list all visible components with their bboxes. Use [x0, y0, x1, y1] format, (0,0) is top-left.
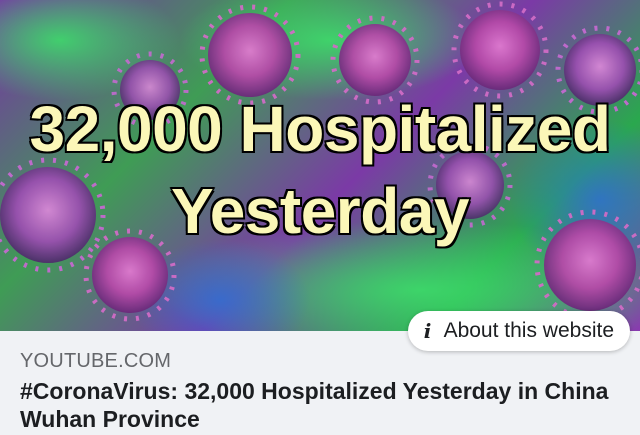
- link-thumbnail-image[interactable]: 32,000 Hospitalized Yesterday: [0, 0, 640, 331]
- link-preview-card[interactable]: 32,000 Hospitalized Yesterday YOUTUBE.CO…: [0, 0, 640, 435]
- about-this-website-button[interactable]: i About this website: [407, 311, 630, 351]
- virus-particle-3: [451, 1, 549, 99]
- headline-line-1: 32,000 Hospitalized: [28, 92, 612, 167]
- about-this-website-label: About this website: [443, 319, 614, 342]
- link-domain: YOUTUBE.COM: [20, 350, 172, 372]
- thumbnail-headline: 32,000 Hospitalized Yesterday: [0, 88, 640, 252]
- headline-line-2: Yesterday: [170, 174, 471, 249]
- info-icon: i: [423, 319, 432, 343]
- link-title[interactable]: #CoronaVirus: 32,000 Hospitalized Yester…: [20, 377, 620, 433]
